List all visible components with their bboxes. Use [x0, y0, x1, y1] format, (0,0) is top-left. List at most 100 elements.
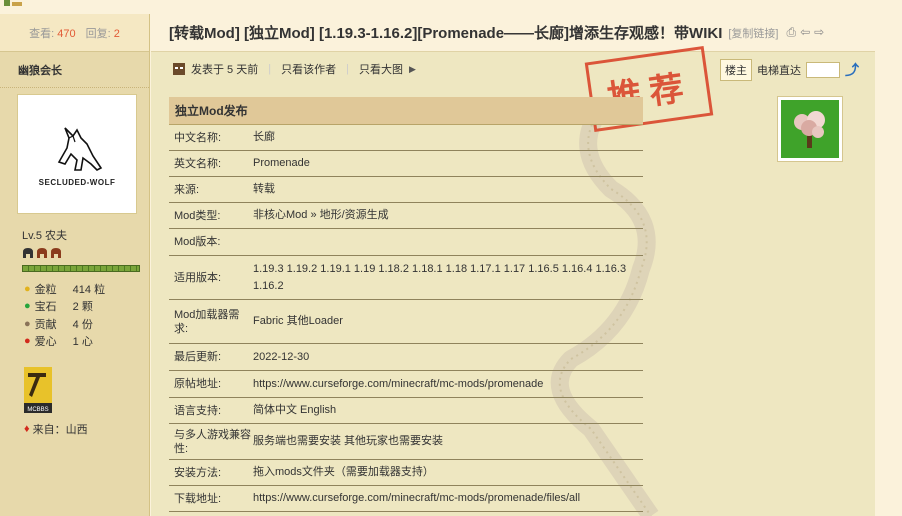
- user-level[interactable]: Lv.5 农夫: [22, 227, 67, 243]
- stat-gem: ● 宝石 2 颗: [24, 298, 93, 314]
- avatar-caption: SECLUDED-WOLF: [38, 177, 116, 187]
- cherry-tree-icon: [794, 111, 825, 148]
- contribution-icon: ●: [24, 318, 31, 330]
- gold-value: 414 粒: [72, 284, 106, 296]
- info-row: 最后更新: 2022-12-30: [169, 344, 643, 371]
- gold-nugget-icon: ●: [24, 283, 31, 295]
- avatar[interactable]: SECLUDED-WOLF: [17, 94, 137, 214]
- post-main: [转载Mod] [独立Mod] [1.19.3-1.16.2][Promenad…: [151, 14, 875, 516]
- info-key: 安装方法:: [174, 466, 222, 479]
- pickaxe-medal-icon[interactable]: MCBBS: [24, 367, 52, 413]
- info-row: 语言支持: 简体中文 English: [169, 398, 643, 424]
- mod-info-table: 独立Mod发布 中文名称: 长廊英文名称: Promenade 来源: 转载 Mod类型:…: [169, 97, 643, 512]
- user-location: ♦ 来自：山西: [24, 421, 88, 437]
- info-value: 1.19.3 1.19.2 1.19.1 1.19 1.18.2 1.18.1 …: [253, 262, 627, 292]
- views-count: 470: [57, 27, 76, 40]
- location-text: 来自：山西: [32, 424, 88, 436]
- title-icons: ⎙ ⇦ ⇨: [787, 25, 825, 40]
- info-value: 2022-12-30: [253, 350, 310, 363]
- gold-label: 金粒: [34, 284, 57, 296]
- info-key: 语言支持:: [174, 404, 222, 417]
- info-value: 长廊: [253, 131, 275, 143]
- svg-text:MCBBS: MCBBS: [27, 407, 48, 413]
- separator: |: [268, 63, 272, 75]
- experience-bar: [22, 265, 140, 272]
- replies-stat: 回复: 2: [86, 25, 120, 41]
- info-key: 中文名称:: [174, 131, 222, 144]
- info-value[interactable]: https://www.curseforge.com/minecraft/mc-…: [253, 488, 643, 509]
- helmet-icon: [51, 248, 61, 258]
- info-value: 拖入mods文件夹（需要加载器支持）: [253, 466, 434, 478]
- info-value: 服务端也需要安装 其他玩家也需要安装: [253, 435, 444, 447]
- wolf-logo-icon: [57, 126, 103, 171]
- mod-thumbnail[interactable]: [777, 96, 843, 162]
- info-value: Fabric 其他Loader: [253, 315, 343, 327]
- replies-count: 2: [113, 27, 120, 40]
- info-key: 下载地址:: [174, 492, 222, 505]
- info-value: 转载: [253, 183, 275, 195]
- jump-floor-input[interactable]: [806, 62, 840, 78]
- big-images-link[interactable]: 只看大图: [359, 61, 403, 77]
- copy-link-button[interactable]: [复制链接]: [728, 25, 778, 41]
- user-sidebar: 查看: 470 回复: 2 幽狼会长 SECLUDED-WOLF Lv.5 农夫…: [0, 14, 150, 516]
- location-pin-icon: ♦: [24, 423, 30, 435]
- post-toolbar: 发表于 5 天前 | 只看该作者 | 只看大图 ▶ 楼主 电梯直达 ⤴: [151, 52, 875, 86]
- info-row: 与多人游戏兼容性: 服务端也需要安装 其他玩家也需要安装: [169, 424, 643, 460]
- thread-title: [转载Mod] [独立Mod] [1.19.3-1.16.2][Promenad…: [169, 25, 723, 42]
- info-row: Mod加载器需求: Fabric 其他Loader: [169, 300, 643, 344]
- username[interactable]: 幽狼会长: [0, 52, 149, 88]
- love-label: 爱心: [34, 336, 57, 348]
- next-thread-icon[interactable]: ⇨: [814, 25, 824, 40]
- helmet-icon: [23, 248, 33, 258]
- info-row: 安装方法: 拖入mods文件夹（需要加载器支持）: [169, 460, 643, 486]
- info-key: Mod版本:: [174, 236, 221, 248]
- info-value[interactable]: https://www.curseforge.com/minecraft/mc-…: [253, 374, 643, 395]
- page-right-margin: [875, 14, 902, 516]
- info-key: Mod类型:: [174, 209, 221, 222]
- online-status-icon: [173, 63, 185, 75]
- info-table-header: 独立Mod发布: [169, 97, 643, 125]
- info-key: 与多人游戏兼容性:: [174, 428, 251, 455]
- gem-value: 2 颗: [72, 301, 93, 313]
- floor-label[interactable]: 楼主: [720, 59, 752, 81]
- info-value: 非核心Mod » 地形/资源生成: [253, 209, 389, 221]
- rank-icons: [22, 247, 62, 259]
- jump-label: 电梯直达: [757, 65, 801, 77]
- info-value: 简体中文 English: [253, 404, 337, 416]
- info-row: Mod类型: 非核心Mod » 地形/资源生成: [169, 203, 643, 229]
- prev-thread-icon[interactable]: ⇦: [800, 25, 810, 40]
- print-icon[interactable]: ⎙: [787, 25, 797, 40]
- contrib-label: 贡献: [34, 319, 57, 331]
- replies-label: 回复:: [85, 27, 111, 40]
- info-key: Mod加载器需求:: [174, 308, 240, 335]
- info-key: 来源:: [174, 183, 200, 196]
- site-logo-fragment: [4, 0, 22, 6]
- contrib-value: 4 份: [72, 319, 93, 331]
- info-row: Mod版本:: [169, 229, 643, 256]
- thread-title-bar: [转载Mod] [独立Mod] [1.19.3-1.16.2][Promenad…: [151, 14, 875, 52]
- post-time: 发表于 5 天前: [191, 64, 259, 76]
- jump-go-icon[interactable]: ⤴: [845, 60, 859, 80]
- separator: |: [346, 63, 349, 75]
- gem-label: 宝石: [34, 301, 57, 313]
- views-stat: 查看: 470: [29, 25, 75, 41]
- info-key: 最后更新:: [174, 351, 222, 363]
- info-key: 英文名称:: [174, 157, 222, 170]
- stat-gold: ● 金粒 414 粒: [24, 281, 105, 297]
- love-value: 1 心: [72, 336, 93, 348]
- views-label: 查看:: [29, 27, 55, 40]
- info-row: 下载地址: https://www.curseforge.com/minecraf…: [169, 486, 643, 512]
- info-value: [253, 240, 643, 244]
- info-row: 来源: 转载: [169, 177, 643, 203]
- info-value: Promenade: [253, 157, 310, 169]
- play-arrow-icon[interactable]: ▶: [409, 64, 416, 75]
- info-row: 英文名称: Promenade: [169, 151, 643, 177]
- info-row: 原帖地址: https://www.curseforge.com/minecraf…: [169, 371, 643, 398]
- author-only-link[interactable]: 只看该作者: [281, 61, 336, 77]
- helmet-icon: [37, 248, 47, 258]
- apple-icon: ●: [24, 335, 31, 347]
- emerald-icon: ●: [24, 300, 31, 312]
- info-row: 中文名称: 长廊: [169, 125, 643, 151]
- info-key: 适用版本:: [174, 271, 222, 284]
- stat-love: ● 爱心 1 心: [24, 333, 93, 349]
